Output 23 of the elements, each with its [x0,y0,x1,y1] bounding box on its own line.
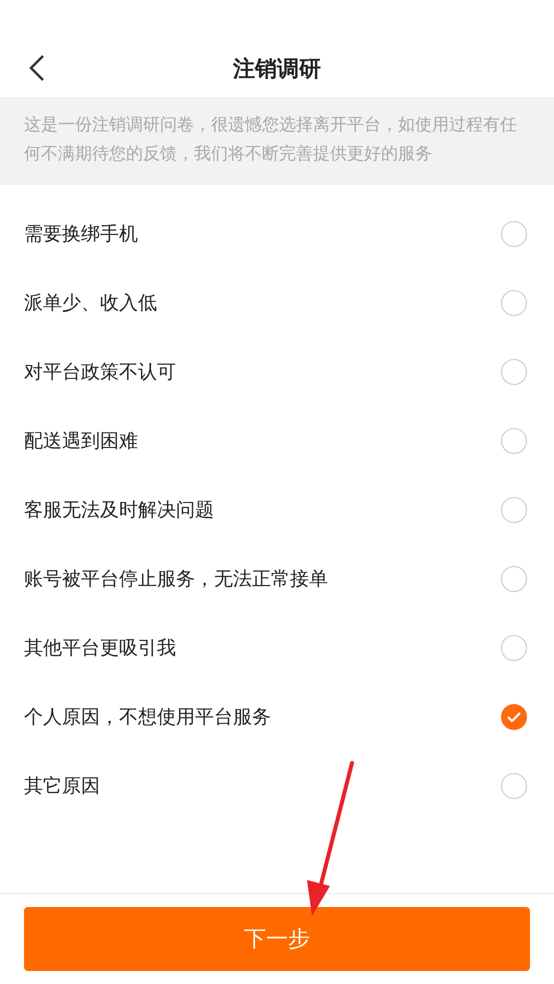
back-icon [29,54,45,82]
page-title: 注销调研 [233,56,321,84]
option-label: 客服无法及时解决问题 [24,498,214,522]
radio-button[interactable] [501,290,527,316]
option-label: 对平台政策不认可 [24,360,176,384]
option-label: 派单少、收入低 [24,290,157,316]
radio-button[interactable] [501,634,527,660]
radio-button[interactable] [501,772,527,798]
option-label: 账号被平台停止服务，无法正常接单 [24,566,328,592]
option-label: 其它原因 [24,774,100,798]
radio-button[interactable] [501,496,527,522]
option-label: 个人原因，不想使用平台服务 [24,704,271,730]
intro-text: 这是一份注销调研问卷，很遗憾您选择离开平台，如使用过程有任何不满期待您的反馈，我们将不断完善提供更好的服务 [0,97,554,185]
option-label: 其他平台更吸引我 [24,636,176,660]
radio-button[interactable] [501,566,527,592]
check-icon [507,712,521,722]
next-button[interactable]: 下一步 [24,907,530,971]
option-label: 需要换绑手机 [24,222,138,246]
radio-button[interactable] [501,428,527,454]
radio-button[interactable] [501,704,527,730]
radio-button[interactable] [501,358,527,384]
radio-button[interactable] [501,220,527,246]
option-label: 配送遇到困难 [24,428,138,454]
